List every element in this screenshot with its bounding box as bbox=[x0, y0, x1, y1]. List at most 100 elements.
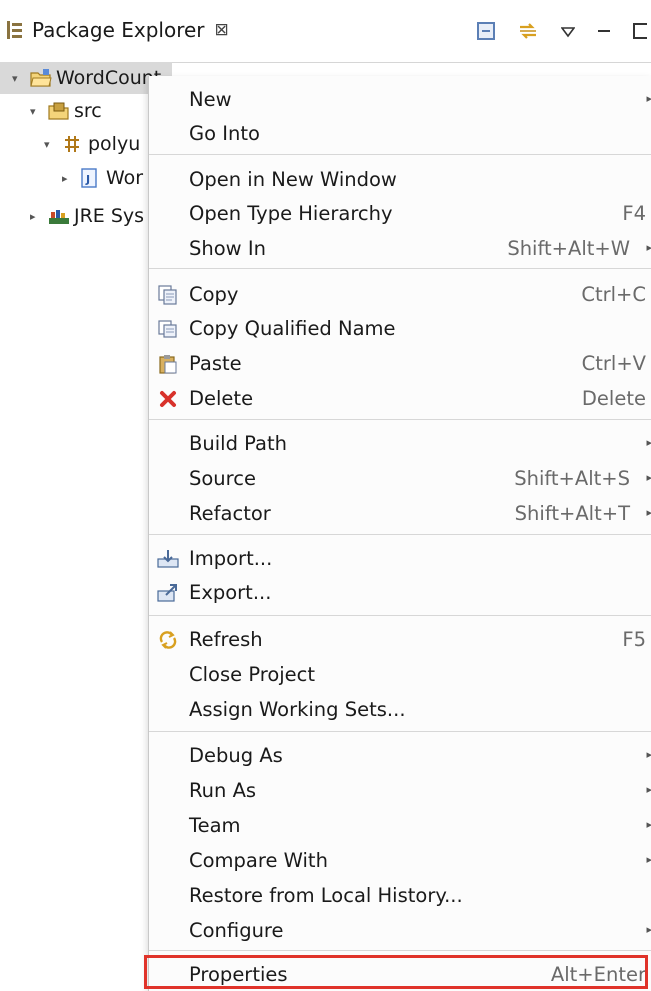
submenu-arrow-icon: ▸ bbox=[646, 92, 651, 105]
menu-item-label: Copy bbox=[189, 283, 239, 306]
menu-item-label: Debug As bbox=[189, 744, 283, 767]
submenu-arrow-icon: ▸ bbox=[646, 818, 651, 831]
menu-separator bbox=[149, 154, 651, 155]
menu-item-show-in[interactable]: Show In Shift+Alt+W ▸ bbox=[149, 231, 651, 265]
library-icon bbox=[48, 206, 69, 226]
package-explorer-icon bbox=[6, 19, 24, 41]
menu-separator bbox=[149, 268, 651, 269]
menu-item-team[interactable]: Team ▸ bbox=[149, 808, 651, 842]
menu-item-label: Show In bbox=[189, 237, 266, 260]
expanded-twisty-icon[interactable]: ▾ bbox=[44, 138, 56, 151]
submenu-arrow-icon: ▸ bbox=[646, 506, 651, 519]
expanded-twisty-icon[interactable]: ▾ bbox=[30, 105, 42, 118]
tree-item-package[interactable]: ▾ polyu bbox=[44, 128, 140, 160]
menu-item-label: New bbox=[189, 88, 232, 111]
menu-item-paste[interactable]: Paste Ctrl+V bbox=[149, 346, 651, 380]
menu-item-copy[interactable]: Copy Ctrl+C bbox=[149, 277, 651, 311]
tree-label: JRE Sys bbox=[74, 205, 145, 227]
menu-item-debug-as[interactable]: Debug As ▸ bbox=[149, 738, 651, 772]
import-icon bbox=[157, 548, 179, 570]
submenu-arrow-icon: ▸ bbox=[646, 923, 651, 936]
menu-item-label: Paste bbox=[189, 352, 242, 375]
menu-item-delete[interactable]: Delete Delete bbox=[149, 381, 651, 415]
expanded-twisty-icon[interactable]: ▾ bbox=[12, 72, 24, 85]
menu-item-label: Run As bbox=[189, 779, 257, 802]
tree-item-src[interactable]: ▾ src bbox=[30, 95, 102, 127]
close-view-icon[interactable]: ⊠ bbox=[215, 20, 229, 40]
menu-item-label: Refresh bbox=[189, 628, 263, 651]
collapsed-twisty-icon[interactable]: ▸ bbox=[62, 172, 74, 185]
menu-item-run-as[interactable]: Run As ▸ bbox=[149, 773, 651, 807]
menu-item-label: Restore from Local History... bbox=[189, 884, 463, 907]
tree-label: polyu bbox=[88, 133, 141, 155]
menu-item-assign-working-sets[interactable]: Assign Working Sets... bbox=[149, 692, 651, 726]
menu-item-label: Import... bbox=[189, 547, 273, 570]
package-icon bbox=[62, 134, 82, 154]
menu-separator bbox=[149, 950, 651, 951]
link-editor-icon[interactable] bbox=[517, 20, 539, 42]
source-folder-icon bbox=[48, 101, 69, 121]
menu-item-shortcut: Ctrl+C bbox=[581, 283, 646, 306]
view-menu-icon[interactable] bbox=[560, 24, 576, 38]
export-icon bbox=[157, 582, 179, 604]
menu-item-go-into[interactable]: Go Into bbox=[149, 116, 651, 150]
submenu-arrow-icon: ▸ bbox=[646, 471, 651, 484]
menu-item-shortcut: F4 bbox=[622, 202, 646, 225]
menu-item-open-new-window[interactable]: Open in New Window bbox=[149, 162, 651, 196]
submenu-arrow-icon: ▸ bbox=[646, 783, 651, 796]
minimize-icon[interactable] bbox=[597, 24, 611, 38]
project-folder-icon bbox=[30, 68, 52, 88]
menu-separator bbox=[149, 419, 651, 420]
menu-item-label: Compare With bbox=[189, 849, 328, 872]
menu-item-compare-with[interactable]: Compare With ▸ bbox=[149, 843, 651, 877]
refresh-icon bbox=[157, 629, 179, 651]
menu-item-shortcut: F5 bbox=[622, 628, 646, 651]
menu-item-refresh[interactable]: Refresh F5 bbox=[149, 622, 651, 656]
menu-item-label: Configure bbox=[189, 919, 284, 942]
svg-text:J: J bbox=[85, 173, 90, 186]
context-menu: New ▸ Go Into Open in New Window Open Ty… bbox=[148, 76, 651, 991]
menu-separator bbox=[149, 534, 651, 535]
menu-item-close-project[interactable]: Close Project bbox=[149, 657, 651, 691]
submenu-arrow-icon: ▸ bbox=[646, 853, 651, 866]
menu-item-label: Open Type Hierarchy bbox=[189, 202, 393, 225]
menu-item-shortcut: Delete bbox=[581, 387, 646, 410]
menu-item-label: Export... bbox=[189, 581, 272, 604]
menu-separator bbox=[149, 731, 651, 732]
package-explorer-header: Package Explorer ⊠ bbox=[0, 0, 651, 63]
menu-item-new[interactable]: New ▸ bbox=[149, 82, 651, 116]
menu-separator bbox=[149, 615, 651, 616]
menu-item-shortcut: Shift+Alt+S bbox=[514, 467, 630, 490]
menu-item-build-path[interactable]: Build Path ▸ bbox=[149, 426, 651, 460]
menu-item-label: Open in New Window bbox=[189, 168, 397, 191]
view-title: Package Explorer bbox=[32, 18, 205, 42]
tree-item-wordcount[interactable]: ▾ WordCount bbox=[0, 62, 172, 94]
menu-item-label: Assign Working Sets... bbox=[189, 698, 406, 721]
tree-item-java-file[interactable]: ▸ J Wor bbox=[62, 162, 143, 194]
menu-item-source[interactable]: Source Shift+Alt+S ▸ bbox=[149, 461, 651, 495]
copy-icon bbox=[157, 284, 179, 306]
menu-item-shortcut: Shift+Alt+T bbox=[514, 502, 630, 525]
menu-item-shortcut: Ctrl+V bbox=[581, 352, 646, 375]
submenu-arrow-icon: ▸ bbox=[646, 748, 651, 761]
collapsed-twisty-icon[interactable]: ▸ bbox=[30, 210, 42, 223]
collapse-all-icon[interactable] bbox=[477, 22, 495, 40]
menu-item-label: Close Project bbox=[189, 663, 316, 686]
paste-icon bbox=[157, 353, 179, 375]
menu-item-open-type-hierarchy[interactable]: Open Type Hierarchy F4 bbox=[149, 196, 651, 230]
menu-item-configure[interactable]: Configure ▸ bbox=[149, 913, 651, 947]
maximize-icon[interactable] bbox=[633, 23, 647, 39]
menu-item-export[interactable]: Export... bbox=[149, 575, 651, 609]
menu-item-label: Refactor bbox=[189, 502, 271, 525]
view-toolbar bbox=[477, 14, 651, 48]
tree-item-jre[interactable]: ▸ JRE Sys bbox=[30, 200, 144, 232]
menu-item-import[interactable]: Import... bbox=[149, 541, 651, 575]
menu-item-label: Delete bbox=[189, 387, 254, 410]
menu-item-restore-local-history[interactable]: Restore from Local History... bbox=[149, 878, 651, 912]
submenu-arrow-icon: ▸ bbox=[646, 436, 651, 449]
package-explorer-tab[interactable]: Package Explorer ⊠ bbox=[6, 10, 229, 50]
menu-item-refactor[interactable]: Refactor Shift+Alt+T ▸ bbox=[149, 496, 651, 530]
menu-item-label: Source bbox=[189, 467, 256, 490]
menu-item-label: Build Path bbox=[189, 432, 287, 455]
menu-item-copy-qualified-name[interactable]: Copy Qualified Name bbox=[149, 311, 651, 345]
